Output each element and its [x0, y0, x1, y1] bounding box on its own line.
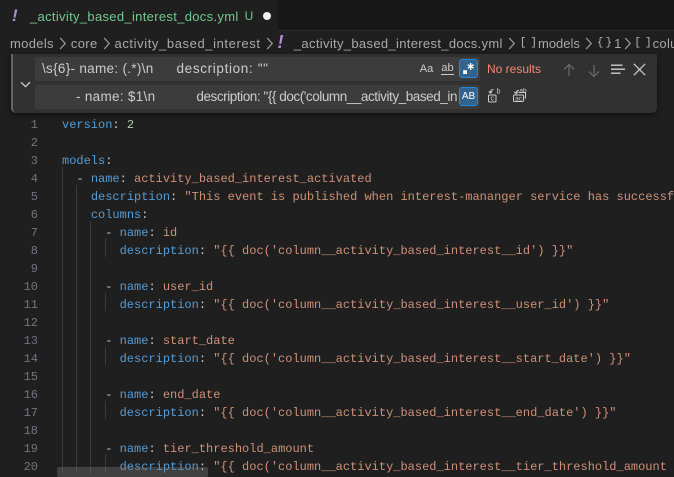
svg-text:ab: ab	[519, 88, 527, 95]
svg-text:b: b	[497, 89, 501, 96]
svg-text:ac: ac	[515, 95, 523, 102]
svg-text:c: c	[490, 96, 494, 103]
